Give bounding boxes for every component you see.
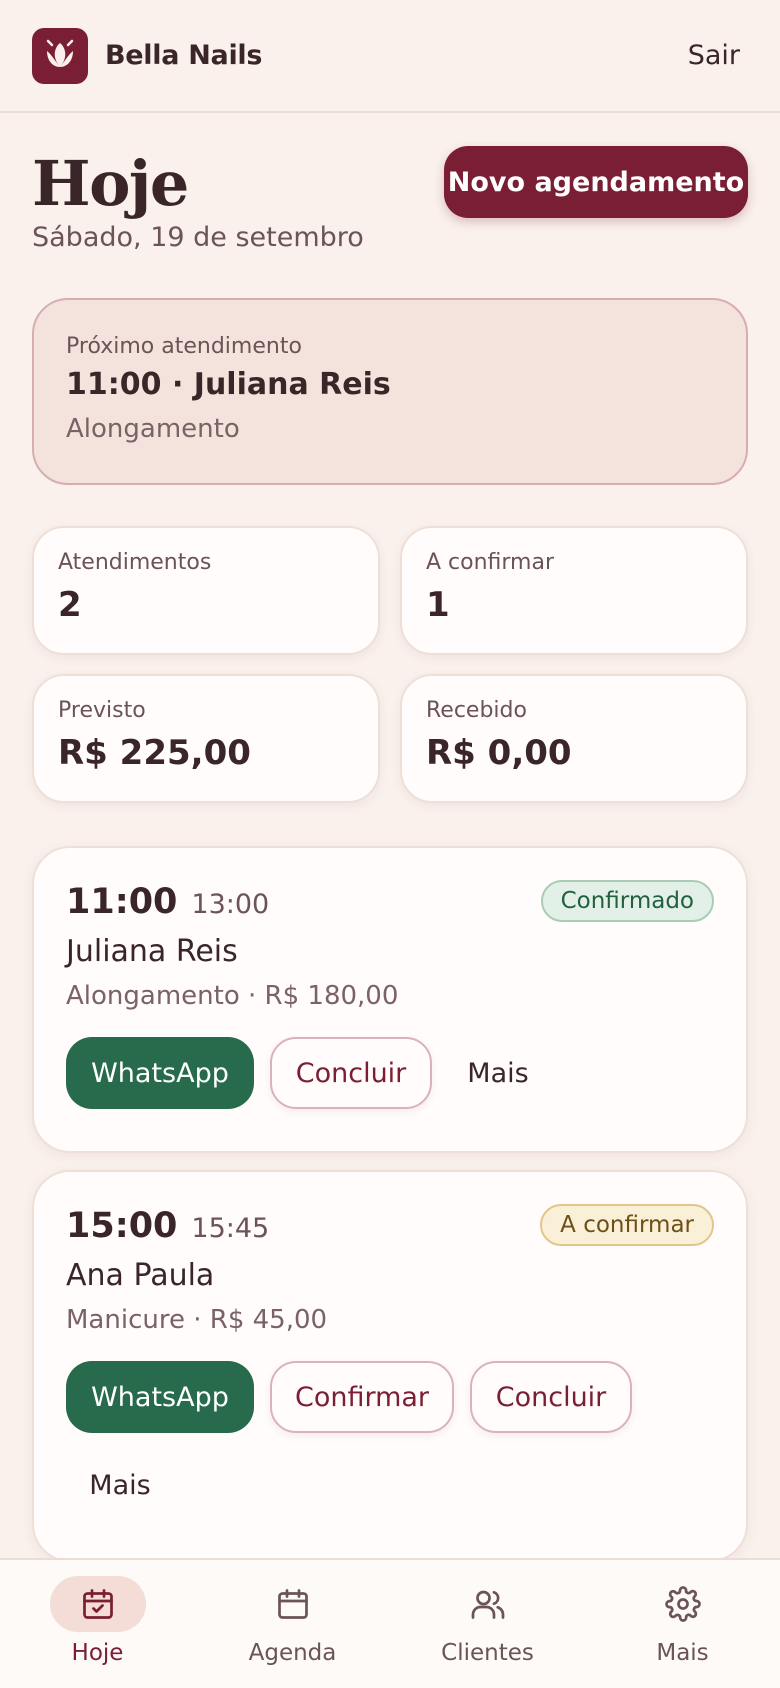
appointment-start-time: 11:00: [66, 882, 178, 922]
stat-value: R$ 0,00: [426, 733, 572, 773]
status-badge: Confirmado: [540, 880, 714, 922]
appointment-actions: WhatsApp Confirmar Concluir Mais: [66, 1361, 714, 1521]
complete-button[interactable]: Concluir: [470, 1361, 632, 1433]
title-area: Hoje Sábado, 19 de setembro Novo agendam…: [32, 146, 748, 253]
stat-value: R$ 225,00: [58, 733, 251, 773]
appointment-end-time: 13:00: [191, 889, 270, 920]
complete-button[interactable]: Concluir: [270, 1037, 432, 1109]
nav-label: Hoje: [71, 1640, 124, 1666]
appointment-start-time: 15:00: [66, 1206, 178, 1246]
signout-button[interactable]: Sair: [680, 32, 748, 79]
stat-card-appointments: Atendimentos 2: [32, 526, 380, 655]
whatsapp-button[interactable]: WhatsApp: [66, 1037, 254, 1109]
confirm-button[interactable]: Confirmar: [270, 1361, 454, 1433]
bottom-nav: Hoje Agenda Clientes Mais: [0, 1558, 780, 1688]
appointment-end-time: 15:45: [191, 1213, 270, 1244]
stat-card-expected: Previsto R$ 225,00: [32, 674, 380, 803]
nav-label: Mais: [656, 1640, 709, 1666]
more-button[interactable]: Mais: [448, 1037, 548, 1109]
more-button[interactable]: Mais: [66, 1449, 174, 1521]
stat-value: 2: [58, 585, 82, 625]
nav-label: Agenda: [248, 1640, 337, 1666]
appointment-actions: WhatsApp Concluir Mais: [66, 1037, 714, 1109]
next-appointment-label: Próximo atendimento: [66, 334, 302, 359]
page-date: Sábado, 19 de setembro: [32, 222, 364, 253]
appointment-detail: Alongamento · R$ 180,00: [66, 981, 399, 1011]
status-badge: A confirmar: [540, 1204, 714, 1246]
users-icon: [440, 1576, 536, 1632]
nav-item-clients[interactable]: Clientes: [390, 1560, 585, 1688]
next-appointment-main: 11:00 · Juliana Reis: [66, 367, 391, 402]
nav-item-today[interactable]: Hoje: [0, 1560, 195, 1688]
stat-label: Recebido: [426, 698, 527, 723]
appointment-detail: Manicure · R$ 45,00: [66, 1305, 328, 1335]
appointment-card[interactable]: 11:00 13:00 Confirmado Juliana Reis Alon…: [32, 846, 748, 1153]
calendar-check-icon: [49, 1576, 146, 1632]
brand: Bella Nails: [32, 27, 263, 84]
nav-item-agenda[interactable]: Agenda: [195, 1560, 390, 1688]
app-header: Bella Nails Sair: [0, 0, 780, 113]
stat-label: Previsto: [58, 698, 146, 723]
appointment-card[interactable]: 15:00 15:45 A confirmar Ana Paula Manicu…: [32, 1170, 748, 1562]
next-appointment-service: Alongamento: [66, 414, 240, 444]
calendar-icon: [245, 1576, 341, 1632]
whatsapp-button[interactable]: WhatsApp: [66, 1361, 254, 1433]
nav-item-more[interactable]: Mais: [585, 1560, 780, 1688]
nav-label: Clientes: [441, 1640, 534, 1666]
stat-label: Atendimentos: [58, 550, 212, 575]
next-appointment-card[interactable]: Próximo atendimento 11:00 · Juliana Reis…: [32, 298, 748, 485]
stat-label: A confirmar: [426, 550, 555, 575]
appointment-client: Ana Paula: [66, 1258, 215, 1293]
stat-card-to-confirm: A confirmar 1: [400, 526, 748, 655]
stat-card-received: Recebido R$ 0,00: [400, 674, 748, 803]
new-appointment-button[interactable]: Novo agendamento: [444, 146, 748, 218]
lotus-logo-icon: [32, 27, 88, 84]
brand-name: Bella Nails: [105, 40, 263, 71]
appointment-client: Juliana Reis: [66, 934, 238, 969]
gear-icon: [635, 1576, 731, 1632]
stat-value: 1: [426, 585, 450, 625]
